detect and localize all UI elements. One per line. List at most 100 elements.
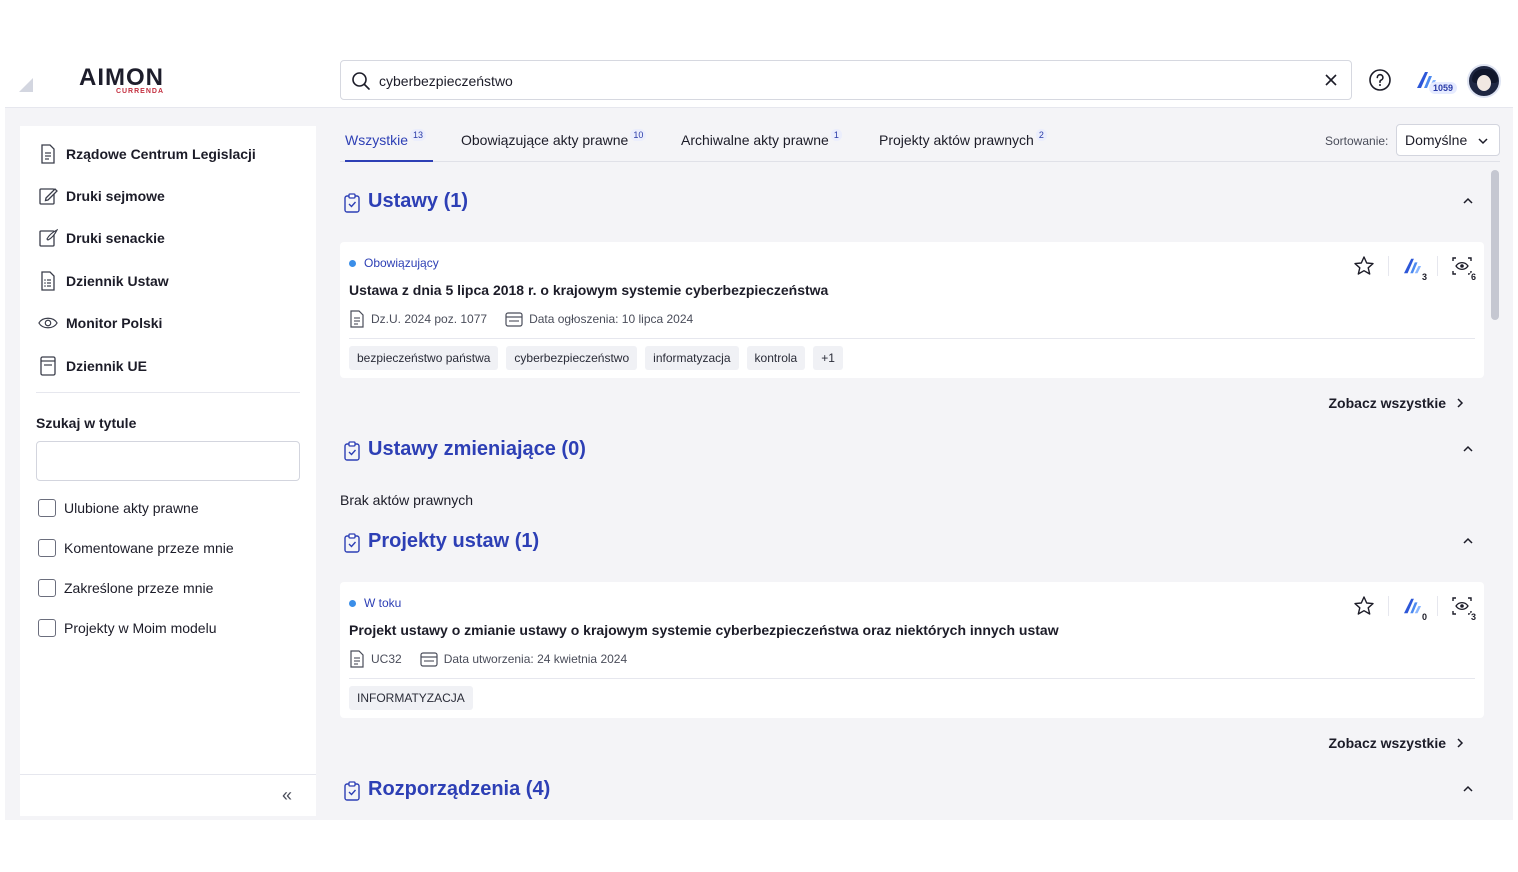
section-header-rozporzadzenia[interactable]: Rozporządzenia (4) [340, 776, 1480, 806]
help-icon[interactable] [1368, 68, 1392, 97]
tab-label: Wszystkie [345, 132, 408, 148]
filter-commented[interactable]: Komentowane przeze mnie [38, 538, 234, 558]
sidebar-divider [36, 392, 300, 393]
sidebar-item-label: Druki senackie [66, 230, 165, 246]
ai-assistant-button[interactable]: 1059 [1415, 70, 1458, 95]
tab-count: 13 [410, 129, 427, 141]
search-title-input[interactable] [36, 441, 300, 481]
result-card: Obowiązujący Ustawa z dnia 5 lipca 2018 … [340, 242, 1484, 378]
book-icon [38, 356, 58, 376]
global-search[interactable] [340, 60, 1352, 100]
sort-value: Domyślne [1405, 132, 1468, 148]
checklist-icon [343, 193, 361, 218]
tab-label: Obowiązujące akty prawne [461, 132, 629, 148]
section-header-projekty-ustaw[interactable]: Projekty ustaw (1) [340, 528, 1480, 558]
section-header-ustawy[interactable]: Ustawy (1) [340, 188, 1480, 218]
star-icon[interactable] [1352, 254, 1376, 278]
watch-count: 3 [1468, 612, 1478, 622]
checkbox[interactable] [38, 499, 56, 517]
chevron-up-icon[interactable] [1462, 194, 1474, 212]
filter-my-model[interactable]: Projekty w Moim modelu [38, 618, 217, 638]
checkbox-label: Projekty w Moim modelu [64, 620, 217, 636]
logo[interactable]: AIMON CURRENDA [79, 66, 164, 96]
chevron-up-icon[interactable] [1462, 782, 1474, 800]
section-header-ustawy-zmieniajace[interactable]: Ustawy zmieniające (0) [340, 436, 1480, 466]
star-icon[interactable] [1352, 594, 1376, 618]
ai-count: 0 [1419, 612, 1429, 622]
filter-favorites[interactable]: Ulubione akty prawne [38, 498, 199, 518]
tab-projekty[interactable]: Projekty aktów prawnych 2 [879, 129, 1047, 162]
sidebar-item-druki-senackie[interactable]: Druki senackie [38, 226, 165, 250]
project-ref: UC32 [371, 652, 402, 666]
more-tags[interactable]: +1 [813, 346, 843, 370]
sidebar-item-label: Rządowe Centrum Legislacji [66, 146, 256, 162]
result-title-link[interactable]: Projekt ustawy o zmianie ustawy o krajow… [349, 622, 1059, 638]
checkbox[interactable] [38, 539, 56, 557]
tag[interactable]: informatyzacja [645, 346, 739, 370]
sidebar-item-monitor-polski[interactable]: Monitor Polski [38, 311, 162, 335]
see-all-link[interactable]: Zobacz wszystkie [1329, 735, 1465, 751]
tag[interactable]: INFORMATYZACJA [349, 686, 473, 710]
results-panel: Wszystkie 13 Obowiązujące akty prawne 10 A… [340, 124, 1500, 820]
scrollbar-thumb[interactable] [1491, 170, 1499, 320]
tab-count: 2 [1035, 129, 1047, 141]
result-meta: UC32 Data utworzenia: 24 kwietnia 2024 [349, 650, 645, 668]
checklist-icon [343, 781, 361, 806]
see-all-link[interactable]: Zobacz wszystkie [1329, 395, 1465, 411]
tab-label: Archiwalne akty prawne [681, 132, 829, 148]
tag[interactable]: kontrola [746, 346, 806, 370]
tag[interactable]: bezpieczeństwo państwa [349, 346, 499, 370]
section-title: Ustawy zmieniające (0) [368, 438, 586, 460]
pen-icon [38, 228, 58, 248]
filter-highlighted[interactable]: Zakreślone przeze mnie [38, 578, 213, 598]
tab-count: 1 [830, 129, 842, 141]
collapse-sidebar-button[interactable]: « [282, 785, 292, 806]
top-header: AIMON CURRENDA 1059 [5, 52, 1513, 108]
tab-obowiazujace[interactable]: Obowiązujące akty prawne 10 [461, 129, 647, 162]
tag[interactable]: cyberbezpieczeństwo [506, 346, 638, 370]
checkbox-label: Komentowane przeze mnie [64, 540, 234, 556]
ai-summary-button[interactable]: 0 [1401, 594, 1429, 622]
sort-select[interactable]: Domyślne [1396, 124, 1500, 156]
empty-message: Brak aktów prawnych [340, 492, 474, 508]
sidebar-item-label: Monitor Polski [66, 315, 163, 331]
scrollbar[interactable] [1491, 170, 1499, 818]
result-title-link[interactable]: Ustawa z dnia 5 lipca 2018 r. o krajowym… [349, 282, 828, 298]
app-window: AIMON CURRENDA 1059 [5, 52, 1513, 820]
sidebar-item-label: Dziennik UE [66, 358, 147, 374]
sidebar-item-label: Druki sejmowe [66, 188, 165, 204]
tag-list: INFORMATYZACJA [349, 686, 481, 710]
sidebar-item-dziennik-ue[interactable]: Dziennik UE [38, 354, 147, 378]
chevron-up-icon[interactable] [1462, 442, 1474, 460]
search-input[interactable] [379, 69, 1309, 93]
tag-list: bezpieczeństwo państwa cyberbezpieczeńst… [349, 346, 851, 370]
avatar[interactable] [1467, 64, 1501, 98]
card-actions: 3 6 [1328, 254, 1478, 282]
document-icon [350, 310, 364, 328]
checkbox[interactable] [38, 579, 56, 597]
tab-count: 10 [630, 129, 647, 141]
ai-count-badge: 1059 [1429, 82, 1458, 94]
tab-all[interactable]: Wszystkie 13 [345, 129, 433, 162]
section-title: Projekty ustaw (1) [368, 530, 540, 552]
watch-icon[interactable]: 3 [1450, 594, 1478, 622]
section-title: Ustawy (1) [368, 190, 469, 212]
chevron-up-icon[interactable] [1462, 534, 1474, 552]
clear-search-icon[interactable] [1323, 72, 1339, 93]
document-icon [350, 650, 364, 668]
sidebar-item-label: Dziennik Ustaw [66, 273, 169, 289]
calendar-icon [505, 312, 523, 327]
sidebar-footer: « [20, 774, 316, 816]
creation-date: Data utworzenia: 24 kwietnia 2024 [443, 652, 628, 666]
watch-icon[interactable]: 6 [1450, 254, 1478, 282]
watch-count: 6 [1468, 272, 1478, 282]
sidebar-item-druki-sejmowe[interactable]: Druki sejmowe [38, 184, 165, 208]
ai-summary-button[interactable]: 3 [1401, 254, 1429, 282]
tab-bar: Wszystkie 13 Obowiązujące akty prawne 10 A… [340, 124, 1500, 162]
ai-count: 3 [1419, 272, 1429, 282]
tab-archiwalne[interactable]: Archiwalne akty prawne 1 [681, 129, 842, 162]
search-title-label: Szukaj w tytule [36, 415, 137, 431]
sidebar-item-rcl[interactable]: Rządowe Centrum Legislacji [38, 142, 256, 166]
sidebar-item-dziennik-ustaw[interactable]: Dziennik Ustaw [38, 269, 169, 293]
checkbox[interactable] [38, 619, 56, 637]
